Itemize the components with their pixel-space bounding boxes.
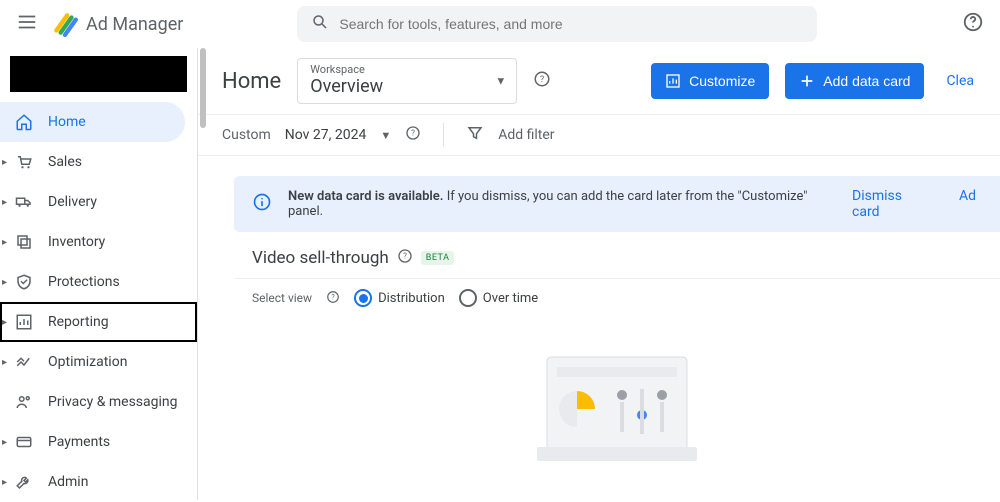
customize-icon <box>665 73 681 89</box>
workspace-label: Workspace <box>310 63 506 76</box>
sidebar-item-label: Home <box>48 114 86 130</box>
dismiss-card-button[interactable]: Dismiss card <box>846 188 935 220</box>
help-icon[interactable] <box>962 11 984 37</box>
help-icon[interactable]: ? <box>326 290 340 307</box>
trend-icon <box>14 353 34 371</box>
svg-text:?: ? <box>331 293 335 301</box>
sidebar-item-label: Delivery <box>48 194 97 210</box>
sidebar-item-label: Protections <box>48 274 120 290</box>
home-icon <box>14 113 34 131</box>
date-value[interactable]: Nov 27, 2024 <box>285 127 367 143</box>
chevron-down-icon[interactable]: ▼ <box>380 129 391 142</box>
help-icon[interactable]: ? <box>405 125 421 145</box>
add-filter-button[interactable]: Add filter <box>498 127 554 143</box>
workspace-selector[interactable]: Workspace Overview ▼ <box>297 58 517 104</box>
sidebar-item-admin[interactable]: ▸ Admin <box>0 462 197 502</box>
customize-button[interactable]: Customize <box>651 63 769 99</box>
sidebar-item-label: Admin <box>48 474 88 490</box>
svg-text:?: ? <box>411 129 415 138</box>
expand-icon: ▸ <box>2 357 7 368</box>
svg-text:?: ? <box>403 252 407 261</box>
svg-text:?: ? <box>540 75 544 85</box>
add-card-label: Add data card <box>823 73 910 89</box>
select-view-label: Select view <box>252 291 312 305</box>
sidebar-item-label: Optimization <box>48 354 127 370</box>
expand-icon: ▸ <box>2 277 7 288</box>
sidebar-item-label: Reporting <box>48 314 109 330</box>
app-name: Ad Manager <box>86 14 183 35</box>
sidebar-item-sales[interactable]: ▸ Sales <box>0 142 197 182</box>
chart-icon <box>14 313 34 331</box>
expand-icon: ▸ <box>2 437 7 448</box>
expand-icon: ▸ <box>2 237 7 248</box>
sidebar-item-delivery[interactable]: ▸ Delivery <box>0 182 197 222</box>
sidebar-item-home[interactable]: Home <box>0 102 185 142</box>
filter-icon[interactable] <box>466 124 484 146</box>
sidebar-item-payments[interactable]: ▸ Payments <box>0 422 197 462</box>
sidebar-item-reporting[interactable]: ▸ Reporting <box>0 302 197 342</box>
truck-icon <box>14 193 34 211</box>
shield-icon <box>14 273 34 291</box>
sidebar-item-protections[interactable]: ▸ Protections <box>0 262 197 302</box>
beta-badge: BETA <box>421 251 455 265</box>
info-notice: New data card is available. If you dismi… <box>234 176 1000 232</box>
notice-text: New data card is available. If you dismi… <box>288 189 830 219</box>
card-title: Video sell-through <box>252 248 389 268</box>
search-input[interactable] <box>339 16 803 32</box>
sidebar: Home ▸ Sales ▸ Delivery ▸ Inventory ▸ Pr… <box>0 48 198 500</box>
radio-icon <box>459 289 477 307</box>
layers-icon <box>14 233 34 251</box>
sidebar-item-privacy[interactable]: Privacy & messaging <box>0 382 197 422</box>
expand-icon: ▸ <box>2 197 7 208</box>
add-card-button[interactable]: Ad <box>953 188 982 220</box>
search-icon <box>311 13 329 35</box>
empty-state-illustration <box>527 347 707 471</box>
expand-icon: ▸ <box>2 477 7 488</box>
radio-overtime[interactable]: Over time <box>459 289 538 307</box>
help-icon[interactable]: ? <box>533 70 551 92</box>
plus-icon <box>799 73 815 89</box>
card-icon <box>14 433 34 451</box>
sidebar-item-inventory[interactable]: ▸ Inventory <box>0 222 197 262</box>
sidebar-item-optimization[interactable]: ▸ Optimization <box>0 342 197 382</box>
people-icon <box>14 393 34 411</box>
radio-distribution[interactable]: Distribution <box>354 289 445 307</box>
divider <box>443 123 444 147</box>
expand-icon: ▸ <box>2 317 7 328</box>
info-icon <box>252 192 272 216</box>
wrench-icon <box>14 473 34 491</box>
account-selector[interactable] <box>10 56 187 92</box>
search-box[interactable] <box>297 6 817 42</box>
app-logo: Ad Manager <box>52 11 183 37</box>
radio-icon <box>354 289 372 307</box>
sidebar-item-label: Sales <box>48 154 82 170</box>
expand-icon: ▸ <box>2 157 7 168</box>
page-title: Home <box>222 69 281 94</box>
sidebar-item-label: Privacy & messaging <box>48 394 178 410</box>
scrollbar[interactable] <box>198 48 208 500</box>
clear-button[interactable]: Clea <box>940 73 980 89</box>
chevron-down-icon: ▼ <box>495 75 506 88</box>
main-content: Home Workspace Overview ▼ ? Customize Ad… <box>198 48 1000 500</box>
sidebar-item-label: Inventory <box>48 234 105 250</box>
cart-icon <box>14 153 34 171</box>
help-icon[interactable]: ? <box>397 248 413 268</box>
add-data-card-button[interactable]: Add data card <box>785 63 924 99</box>
radio-label: Distribution <box>378 291 445 306</box>
date-range-type[interactable]: Custom <box>222 127 271 143</box>
customize-label: Customize <box>689 73 755 89</box>
workspace-value: Overview <box>310 76 506 97</box>
sidebar-item-label: Payments <box>48 434 110 450</box>
menu-icon[interactable] <box>16 11 38 37</box>
radio-label: Over time <box>483 291 538 306</box>
